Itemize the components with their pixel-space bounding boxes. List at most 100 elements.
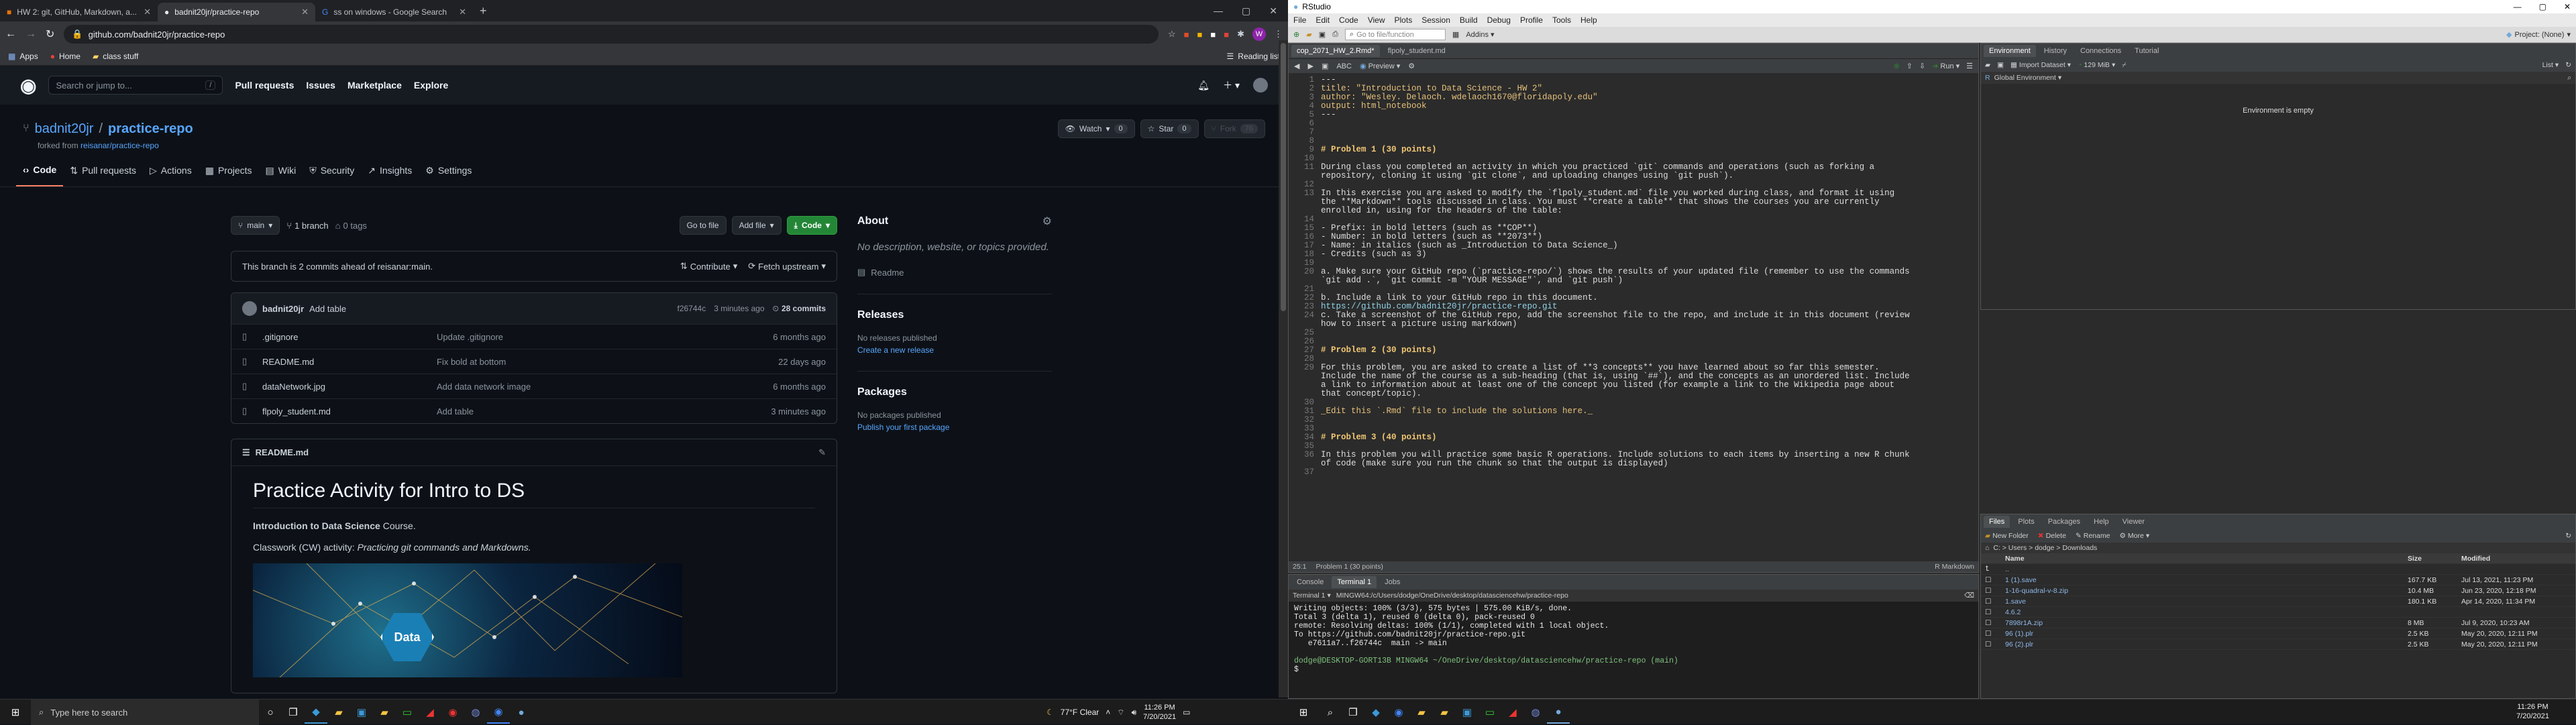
new-file-icon[interactable]: ⊕: [1293, 30, 1299, 39]
repo-owner-link[interactable]: badnit20jr: [35, 121, 94, 137]
nav-marketplace[interactable]: Marketplace: [347, 80, 402, 91]
code-line[interactable]: 18- Credits (such as 3): [1289, 250, 1978, 259]
run-button[interactable]: ➜ Run ▾: [1932, 62, 1960, 71]
rstudio-icon[interactable]: ●: [1547, 701, 1570, 724]
code-line[interactable]: enrolled in, using for the headers of th…: [1289, 207, 1978, 215]
code-line[interactable]: `git add .`, `git commit -m "YOUR MESSAG…: [1289, 276, 1978, 285]
addins-menu[interactable]: Addins ▾: [1466, 30, 1494, 40]
file-row[interactable]: ☐ 1.save 180.1 KB Apr 14, 2020, 11:34 PM: [1981, 596, 2575, 607]
commits-link[interactable]: ⏲ 28 commits: [773, 304, 826, 314]
contribute-button[interactable]: ⇅ Contribute ▾: [680, 261, 737, 272]
code-line[interactable]: 34 # Problem 3 (40 points): [1289, 433, 1978, 442]
col-name[interactable]: Name: [2005, 555, 2408, 563]
refresh-icon[interactable]: ↻: [2565, 61, 2571, 69]
windows-start-icon[interactable]: ⊞: [0, 701, 31, 724]
table-row[interactable]: ▯ README.md Fix bold at bottom 22 days ago: [231, 349, 837, 374]
menu-session[interactable]: Session: [1421, 15, 1450, 25]
explorer-icon[interactable]: ▰: [373, 701, 396, 724]
file-name[interactable]: 96 (2).plr: [2005, 640, 2408, 649]
insert-chunk-icon[interactable]: ⊕: [1894, 62, 1900, 70]
table-row[interactable]: ▯ .gitignore Update .gitignore 6 months ago: [231, 324, 837, 349]
menu-file[interactable]: File: [1293, 15, 1306, 25]
file-row[interactable]: ☐ 7898r1A.zip 8 MB Jul 9, 2020, 10:23 AM: [1981, 618, 2575, 628]
open-icon[interactable]: ▰: [1985, 61, 1990, 69]
vscode-icon[interactable]: ◆: [1364, 701, 1387, 724]
checkbox[interactable]: ☐: [1985, 587, 2005, 595]
commit-message[interactable]: Add table: [309, 304, 346, 314]
menu-build[interactable]: Build: [1460, 15, 1478, 25]
file-name[interactable]: ..: [2005, 565, 2408, 573]
profile-avatar[interactable]: W: [1252, 27, 1266, 41]
tab-actions[interactable]: ▷ Actions: [143, 154, 199, 186]
file-row[interactable]: ☐ 4.6.2: [1981, 607, 2575, 618]
star-bookmark-icon[interactable]: ☆: [1168, 29, 1176, 40]
notification-icon[interactable]: ▭: [1183, 708, 1190, 717]
discord-icon[interactable]: ◍: [464, 701, 487, 724]
store-icon[interactable]: ▣: [350, 701, 373, 724]
file-row[interactable]: ☐ 1 (1).save 167.7 KB Jul 13, 2021, 11:23 P…: [1981, 575, 2575, 585]
chrome-tab[interactable]: ■ HW 2: git, GitHub, Markdown, a... ✕: [0, 3, 158, 21]
current-section[interactable]: Problem 1 (30 points): [1316, 563, 1383, 571]
code-line[interactable]: that concept/topic).: [1289, 390, 1978, 398]
rename-button[interactable]: ✎ Rename: [2076, 532, 2110, 540]
tab-terminal[interactable]: Terminal 1: [1332, 576, 1377, 588]
branches-link[interactable]: ⑂ 1 branch: [286, 221, 328, 231]
task-view-icon[interactable]: ❐: [1342, 701, 1364, 724]
code-line[interactable]: 9 # Problem 1 (30 points): [1289, 146, 1978, 154]
global-env-selector[interactable]: Global Environment ▾: [1994, 74, 2062, 82]
code-line[interactable]: how to insert a picture using markdown): [1289, 320, 1978, 329]
task-view-icon[interactable]: ❐: [282, 701, 305, 724]
tab-help[interactable]: Help: [2088, 516, 2114, 528]
opera-icon[interactable]: ◉: [441, 701, 464, 724]
avatar[interactable]: [1253, 78, 1268, 93]
table-row[interactable]: ▯ flpoly_student.md Add table 3 minutes ago: [231, 398, 837, 423]
menu-help[interactable]: Help: [1580, 15, 1597, 25]
project-menu[interactable]: ◆ Project: (None) ▾: [2506, 30, 2571, 40]
preview-button[interactable]: ◉ Preview ▾: [1360, 62, 1400, 71]
repo-name-link[interactable]: practice-repo: [108, 121, 193, 137]
file-name[interactable]: .gitignore: [262, 332, 437, 342]
save-icon[interactable]: ▣: [1322, 62, 1328, 70]
go-to-file-input[interactable]: ⌕ Go to file/function: [1344, 29, 1446, 40]
go-to-file-button[interactable]: Go to file: [679, 216, 727, 235]
code-line[interactable]: of code (make sure you run the chunk so …: [1289, 459, 1978, 468]
puzzle-icon[interactable]: ✱: [1237, 29, 1244, 40]
files-icon[interactable]: ▰: [1433, 701, 1456, 724]
volume-icon[interactable]: 🔊︎: [1132, 708, 1137, 718]
extension-icon[interactable]: ■: [1210, 30, 1216, 40]
file-name[interactable]: 1 (1).save: [2005, 576, 2408, 584]
checkbox[interactable]: ☐: [1985, 608, 2005, 616]
branch-selector[interactable]: ⑂ main ▾: [231, 216, 280, 235]
gear-icon[interactable]: ⚙: [1042, 215, 1052, 228]
checkbox[interactable]: ☐: [1985, 619, 2005, 627]
search-icon[interactable]: ⌕: [1319, 701, 1342, 724]
releases-heading[interactable]: Releases: [857, 309, 1052, 321]
parent-dir-icon[interactable]: ⮤: [1985, 565, 2005, 573]
code-editor[interactable]: 1 --- 2 title: "Introduction to Data Scienc…: [1289, 73, 1978, 556]
cortana-icon[interactable]: ○: [259, 701, 282, 724]
forward-arrow-icon[interactable]: ▶: [1307, 62, 1313, 70]
checkbox[interactable]: ☐: [1985, 598, 2005, 606]
maximize-icon[interactable]: ▢: [1242, 5, 1250, 17]
new-folder-button[interactable]: ▰ New Folder: [1985, 532, 2029, 540]
tab-console[interactable]: Console: [1291, 576, 1329, 588]
tab-wiki[interactable]: ▤ Wiki: [259, 154, 303, 186]
terminal-output[interactable]: Writing objects: 100% (3/3), 575 bytes |…: [1289, 602, 1978, 677]
view-mode-selector[interactable]: List ▾: [2542, 61, 2559, 69]
import-dataset-button[interactable]: ▦ Import Dataset ▾: [2010, 61, 2071, 69]
star-button[interactable]: ☆ Star 0: [1140, 119, 1199, 138]
chrome-icon[interactable]: ◉: [1387, 701, 1410, 724]
breadcrumb-path[interactable]: C: > Users > dodge > Downloads: [1993, 544, 2097, 552]
clock[interactable]: 11:26 PM 7/20/2021: [1143, 703, 1176, 722]
search-icon[interactable]: ⌕: [2567, 74, 2571, 82]
file-commit-msg[interactable]: Add table: [437, 406, 474, 416]
tab-settings[interactable]: ⚙ Settings: [419, 154, 478, 186]
tab-viewer[interactable]: Viewer: [2117, 516, 2150, 528]
col-size[interactable]: Size: [2408, 555, 2461, 563]
broom-icon[interactable]: ⌿: [2122, 61, 2126, 70]
weather-text[interactable]: 77°F Clear: [1061, 708, 1099, 717]
maximize-icon[interactable]: ▢: [2539, 2, 2546, 11]
up-arrow-icon[interactable]: ⇧: [1907, 62, 1913, 70]
file-row[interactable]: ☐ 96 (2).plr 2.5 KB May 20, 2020, 12:11 PM: [1981, 639, 2575, 650]
col-modified[interactable]: Modified: [2461, 555, 2490, 563]
